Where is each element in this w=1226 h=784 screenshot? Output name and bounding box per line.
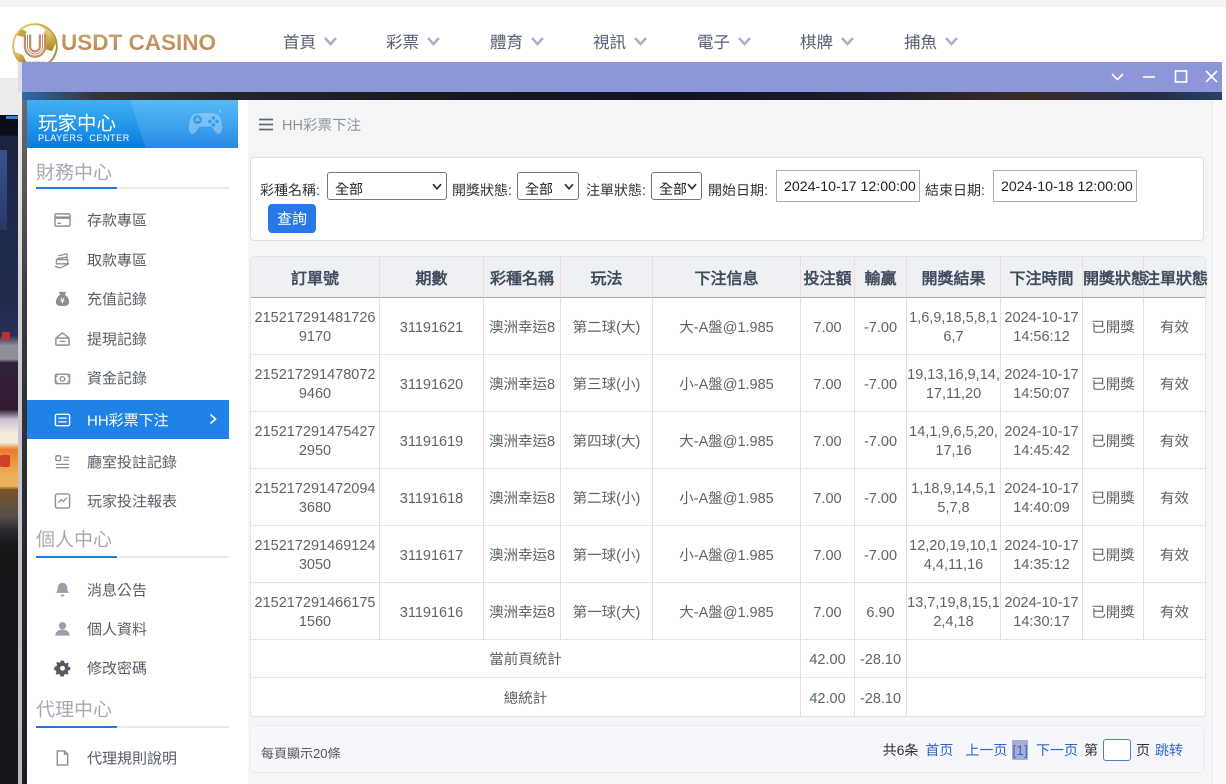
svg-text:¥: ¥ bbox=[60, 295, 65, 305]
